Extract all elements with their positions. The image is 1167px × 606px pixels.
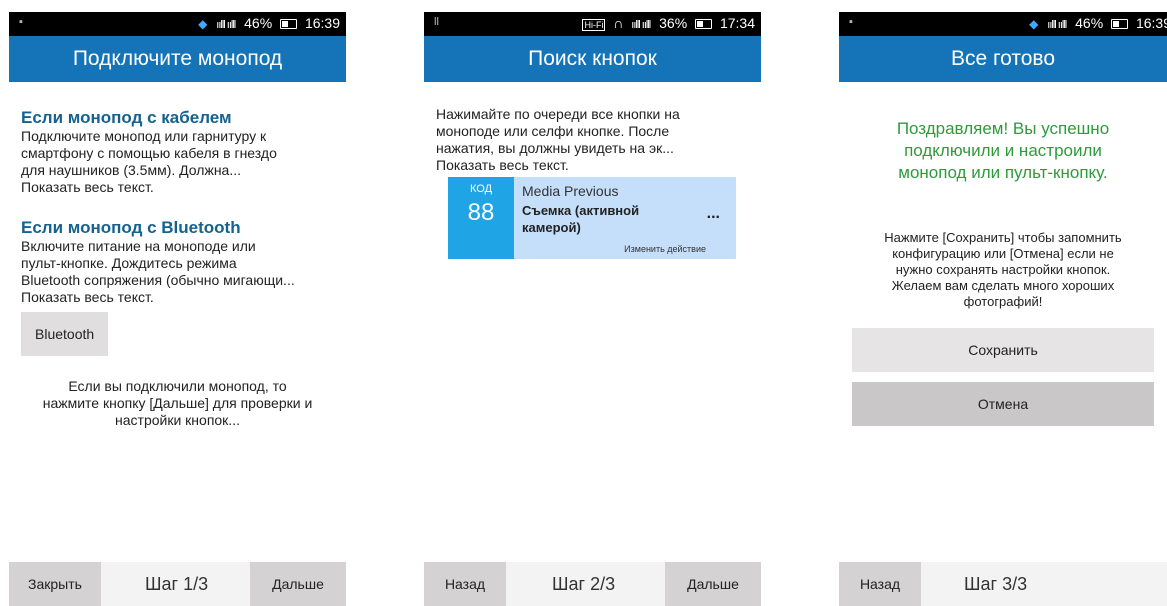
save-instruction: Нажмите [Сохранить] чтобы запомнить конф…: [884, 230, 1122, 309]
screen-find-buttons: ll Hi-Fi ∩ ıılll ıılll 36% 17:34 Поиск к…: [424, 12, 761, 606]
bluetooth-heading: Если монопод с Bluetooth: [21, 218, 241, 237]
bluetooth-button[interactable]: Bluetooth: [21, 312, 109, 356]
save-button[interactable]: Сохранить: [852, 328, 1154, 372]
headset-icon: ∩: [613, 15, 624, 31]
cancel-button[interactable]: Отмена: [852, 382, 1154, 426]
page-title: Подключите монопод: [9, 36, 346, 82]
status-bar: ▪ ◆ ıılll ıılll 46% 16:39: [9, 12, 346, 36]
signal-icon: ıılll ıılll: [631, 19, 651, 31]
pause-icon: ll: [434, 16, 439, 28]
signal-icon: ıılll ıılll: [1047, 19, 1067, 31]
battery-percent: 46%: [1075, 15, 1104, 31]
cable-text: Подключите монопод или гарнитуру к смарт…: [21, 128, 334, 196]
bluetooth-icon: ◆: [198, 17, 208, 31]
next-instruction: Если вы подключили монопод, то нажмите к…: [42, 378, 313, 428]
show-full-text-link[interactable]: Показать весь текст.: [21, 179, 334, 196]
bluetooth-text: Включите питание на моноподе или пульт-к…: [21, 238, 334, 306]
next-button[interactable]: Дальше: [665, 562, 761, 606]
hifi-icon: Hi-Fi: [582, 19, 606, 31]
notification-icon: ▪: [19, 16, 23, 28]
code-value: 88: [467, 199, 495, 226]
page-title: Поиск кнопок: [424, 36, 761, 82]
button-card[interactable]: КОД 88 Media Previous Съемка (активной к…: [448, 177, 736, 259]
step-indicator: Шаг 2/3: [552, 574, 616, 594]
bottom-bar: Назад Шаг 2/3 Дальше: [424, 562, 761, 606]
back-button[interactable]: Назад: [424, 562, 506, 606]
next-button[interactable]: Дальше: [250, 562, 346, 606]
battery-percent: 46%: [244, 15, 273, 31]
screen-all-done: ▪ ◆ ıılll ıılll 46% 16:39 Все готово Поз…: [839, 12, 1167, 606]
back-button[interactable]: Назад: [839, 562, 921, 606]
page-title: Все готово: [839, 36, 1167, 82]
step-indicator: Шаг 1/3: [145, 574, 209, 594]
battery-icon: [280, 19, 298, 30]
intro-text: Нажимайте по очереди все кнопки на моноп…: [436, 106, 749, 174]
bottom-bar: Назад Шаг 3/3: [839, 562, 1167, 606]
battery-percent: 36%: [659, 15, 688, 31]
more-icon[interactable]: ...: [707, 205, 720, 223]
signal-icon: ıılll ıılll: [216, 19, 236, 31]
code-label: КОД: [469, 183, 493, 195]
cable-heading: Если монопод с кабелем: [21, 108, 232, 127]
bottom-bar: Закрыть Шаг 1/3 Дальше: [9, 562, 346, 606]
media-name: Media Previous: [522, 183, 619, 199]
status-time: 17:34: [719, 15, 755, 31]
code-tile: КОД 88: [448, 177, 514, 259]
battery-icon: [695, 19, 713, 30]
battery-icon: [1111, 19, 1129, 30]
show-full-text-link[interactable]: Показать весь текст.: [21, 289, 334, 306]
step-indicator: Шаг 3/3: [964, 574, 1028, 594]
action-name: Съемка (активной камерой): [522, 203, 640, 235]
close-button[interactable]: Закрыть: [9, 562, 101, 606]
status-bar: ▪ ◆ ıılll ıılll 46% 16:39: [839, 12, 1167, 36]
notification-icon: ▪: [849, 16, 853, 28]
bluetooth-icon: ◆: [1029, 17, 1039, 31]
congrats-message: Поздравляем! Вы успешно подключили и нас…: [896, 119, 1110, 182]
status-bar: ll Hi-Fi ∩ ıılll ıılll 36% 17:34: [424, 12, 761, 36]
status-time: 16:39: [304, 15, 340, 31]
status-time: 16:39: [1135, 15, 1167, 31]
change-action-link[interactable]: Изменить действие: [624, 244, 706, 254]
screen-connect-monopod: ▪ ◆ ıılll ıılll 46% 16:39 Подключите мон…: [9, 12, 346, 606]
show-full-text-link[interactable]: Показать весь текст.: [436, 157, 749, 174]
